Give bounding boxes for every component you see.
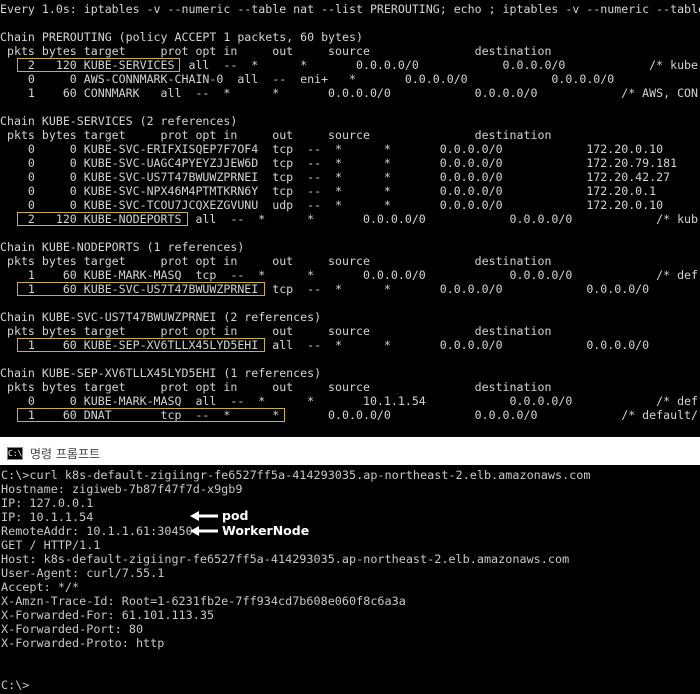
rule-row: 0 0 KUBE-MARK-MASQ all -- * * 10.1.1.54 … [0,394,699,408]
chain-header: Chain PREROUTING (policy ACCEPT 1 packet… [0,30,363,44]
output-line: X-Forwarded-Proto: http [1,636,165,650]
rule-row: 1 60 KUBE-MARK-MASQ tcp -- * * 0.0.0.0/0… [0,268,699,282]
highlight-box [17,408,285,422]
output-line: User-Agent: curl/7.55.1 [1,566,165,580]
column-header: pkts bytes target prot opt in out source… [0,324,552,338]
arrow-left-icon [190,526,218,536]
command-prompt-terminal[interactable]: C:\>curl k8s-default-zigiingr-fe6527ff5a… [0,465,700,694]
terminal-icon: C:\ [7,447,23,460]
highlight-box [17,338,265,352]
output-line: Accept: */* [1,580,80,594]
output-line: GET / HTTP/1.1 [1,538,101,552]
chain-header: Chain KUBE-SERVICES (2 references) [0,114,238,128]
column-header: pkts bytes target prot opt in out source… [0,380,552,394]
annotation-worker-node: WorkerNode [222,523,310,538]
rule-row: 0 0 AWS-CONNMARK-CHAIN-0 all -- eni+ * 0… [0,72,615,86]
rule-row: 0 0 KUBE-SVC-NPX46M4PTMTKRN6Y tcp -- * *… [0,184,657,198]
output-line: Host: k8s-default-zigiingr-fe6527ff5a-41… [1,552,570,566]
output-line: X-Forwarded-For: 61.101.113.35 [1,608,215,622]
rule-row: 0 0 KUBE-SVC-US7T47BWUWZPRNEI tcp -- * *… [0,170,671,184]
output-line: Hostname: zigiweb-7b87f47f7d-x9gb9 [1,482,243,496]
chain-header: Chain KUBE-SEP-XV6TLLX45LYD5EHI (1 refer… [0,366,322,380]
highlight-box [17,212,188,226]
output-line: X-Amzn-Trace-Id: Root=1-6231fb2e-7ff934c… [1,594,406,608]
output-line: IP: 10.1.1.54 [1,510,94,524]
rule-row: 0 0 KUBE-SVC-ERIFXISQEP7F7OF4 tcp -- * *… [0,142,664,156]
window-title: 명령 프롬프트 [30,447,101,461]
column-header: pkts bytes target prot opt in out source… [0,254,552,268]
rule-row: 1 60 CONNMARK all -- * * 0.0.0.0/0 0.0.0… [0,86,699,100]
rule-row: 0 0 KUBE-SVC-TCOU7JCQXEZGVUNU udp -- * *… [0,198,664,212]
output-line: RemoteAddr: 10.1.1.61:30450 [1,524,193,538]
cmd-titlebar[interactable]: C:\ 명령 프롬프트 [0,443,700,465]
column-header: pkts bytes target prot opt in out source… [0,128,552,142]
output-line: IP: 127.0.0.1 [1,496,94,510]
highlight-box [17,58,180,72]
chain-header: Chain KUBE-SVC-US7T47BWUWZPRNEI (2 refer… [0,310,322,324]
prompt-line[interactable]: C:\> [1,678,29,692]
highlight-box [17,282,265,296]
arrow-left-icon [190,511,218,521]
curl-command: C:\>curl k8s-default-zigiingr-fe6527ff5a… [1,468,591,482]
annotation-pod: pod [222,508,249,523]
column-header: pkts bytes target prot opt in out source… [0,44,552,58]
watch-iptables-terminal[interactable]: Every 1.0s: iptables -v --numeric --tabl… [0,0,700,437]
output-line: X-Forwarded-Port: 80 [1,622,144,636]
rule-row: 0 0 KUBE-SVC-UAGC4PYEYZJJEW6D tcp -- * *… [0,156,678,170]
chain-header: Chain KUBE-NODEPORTS (1 references) [0,240,245,254]
watch-command-line: Every 1.0s: iptables -v --numeric --tabl… [0,2,700,16]
